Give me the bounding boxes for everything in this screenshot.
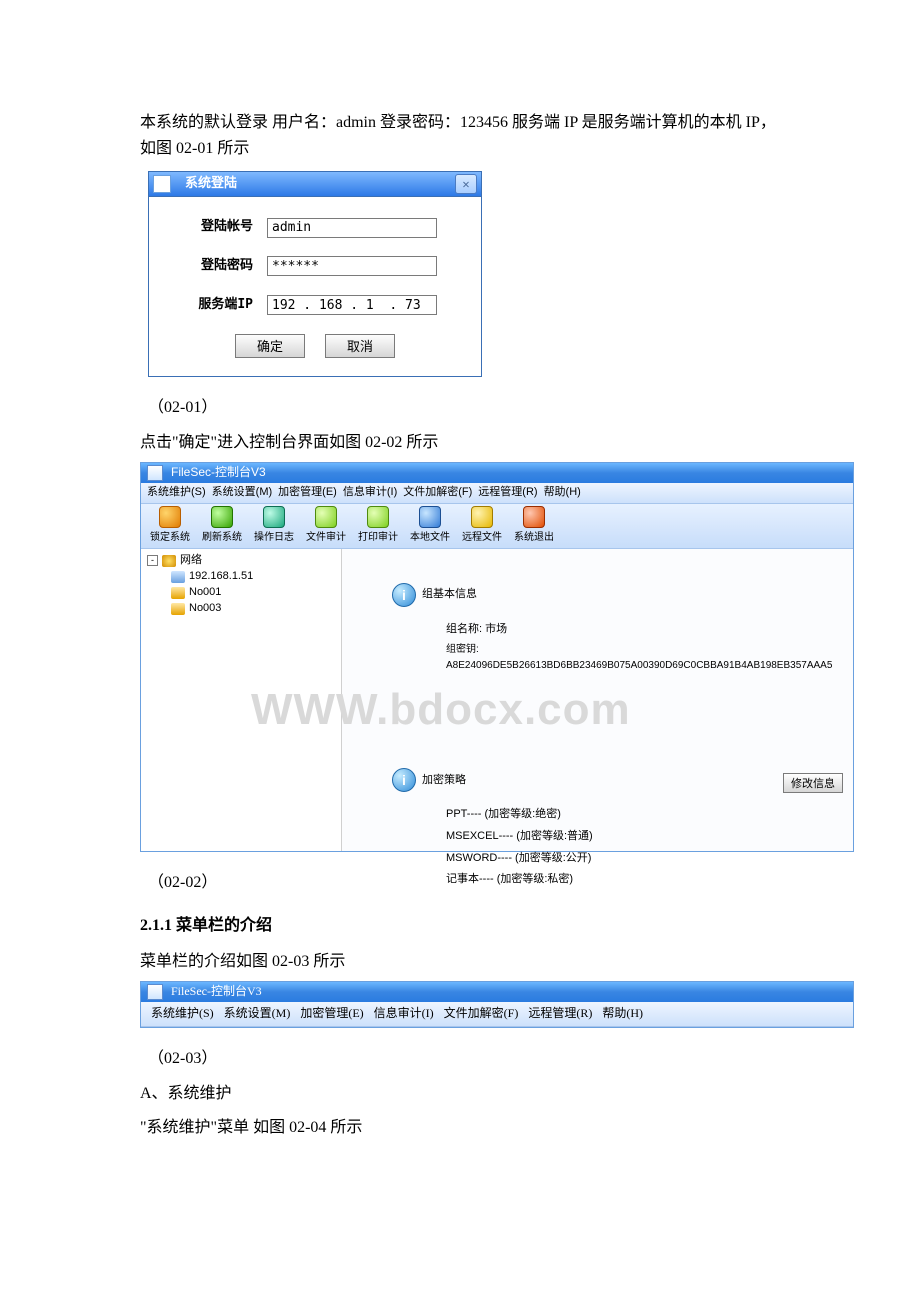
app-icon — [147, 984, 163, 1000]
after-0201-text: 点击"确定"进入控制台界面如图 02-02 所示 — [140, 430, 780, 456]
lock-icon — [159, 506, 181, 528]
cancel-button[interactable]: 取消 — [325, 334, 395, 358]
account-input[interactable] — [267, 218, 437, 238]
policy-line: MSWORD---- (加密等级:公开) — [446, 850, 847, 868]
tb-remote-file[interactable]: 远程文件 — [459, 506, 505, 546]
ok-button[interactable]: 确定 — [235, 334, 305, 358]
tb-oplog[interactable]: 操作日志 — [251, 506, 297, 546]
tb-print-audit[interactable]: 打印审计 — [355, 506, 401, 546]
menu-item[interactable]: 远程管理(R) — [478, 484, 537, 502]
app-icon — [153, 175, 171, 193]
exit-icon — [523, 506, 545, 528]
edit-info-button[interactable]: 修改信息 — [783, 773, 843, 793]
tree-root[interactable]: - 网络 — [147, 553, 335, 569]
pc-icon — [171, 571, 185, 583]
tb-file-audit[interactable]: 文件审计 — [303, 506, 349, 546]
info-icon: i — [392, 768, 416, 792]
tree-node[interactable]: No003 — [147, 601, 335, 617]
group-key-row: 组密钥: A8E24096DE5B26613BD6BB23469B075A003… — [446, 642, 847, 674]
menu-item[interactable]: 系统设置(M) — [212, 484, 273, 502]
console-menubar: 系统维护(S) 系统设置(M) 加密管理(E) 信息审计(I) 文件加解密(F)… — [141, 483, 853, 504]
policy-line: PPT---- (加密等级:绝密) — [446, 806, 847, 824]
caption-0203: （02-03） — [148, 1046, 780, 1072]
info-icon: i — [392, 583, 416, 607]
menu-item[interactable]: 帮助(H) — [544, 484, 581, 502]
tree-panel: - 网络 192.168.1.51 No001 No003 — [141, 549, 342, 851]
policy-line: 记事本---- (加密等级:私密) — [446, 871, 847, 889]
app-icon — [147, 465, 163, 481]
menu-item[interactable]: 系统维护(S) — [147, 484, 206, 502]
group-name-row: 组名称: 市场 — [446, 621, 847, 639]
menubar-fig: FileSec-控制台V3 系统维护(S) 系统设置(M) 加密管理(E) 信息… — [140, 981, 854, 1028]
server-ip-label: 服务端IP — [163, 295, 267, 316]
print-audit-icon — [367, 506, 389, 528]
tb-refresh[interactable]: 刷新系统 — [199, 506, 245, 546]
console-toolbar: 锁定系统 刷新系统 操作日志 文件审计 打印审计 本地文件 远程文件 系统退出 — [141, 504, 853, 549]
policy-title: 加密策略 — [422, 772, 466, 790]
policy-line: MSEXCEL---- (加密等级:普通) — [446, 828, 847, 846]
menu-item[interactable]: 加密管理(E) — [278, 484, 337, 502]
tree-node[interactable]: No001 — [147, 585, 335, 601]
log-icon — [263, 506, 285, 528]
menu-item[interactable]: 信息审计(I) — [374, 1004, 434, 1023]
fig-title: FileSec-控制台V3 — [171, 982, 262, 1001]
login-title-text: 系统登陆 — [185, 174, 237, 195]
section-2-1-1-heading: 2.1.1 菜单栏的介绍 — [140, 913, 780, 939]
fig-menubar: 系统维护(S) 系统设置(M) 加密管理(E) 信息审计(I) 文件加解密(F)… — [141, 1002, 853, 1027]
item-a: A、系统维护 — [140, 1081, 780, 1107]
item-a-text: "系统维护"菜单 如图 02-04 所示 — [140, 1115, 780, 1141]
tb-local-file[interactable]: 本地文件 — [407, 506, 453, 546]
refresh-icon — [211, 506, 233, 528]
network-icon — [162, 555, 176, 567]
menu-item[interactable]: 文件加解密(F) — [403, 484, 472, 502]
console-title: FileSec-控制台V3 — [171, 463, 266, 482]
tree-node[interactable]: 192.168.1.51 — [147, 569, 335, 585]
close-icon[interactable]: ✕ — [455, 174, 477, 194]
login-titlebar: 系统登陆 ✕ — [149, 172, 481, 197]
login-dialog: 系统登陆 ✕ 登陆帐号 登陆密码 服务端IP 确定 取消 — [148, 171, 482, 376]
local-file-icon — [419, 506, 441, 528]
console-window: FileSec-控制台V3 系统维护(S) 系统设置(M) 加密管理(E) 信息… — [140, 462, 854, 852]
menu-item[interactable]: 加密管理(E) — [300, 1004, 363, 1023]
password-label: 登陆密码 — [163, 256, 267, 277]
caption-0201: （02-01） — [148, 395, 780, 421]
menu-item[interactable]: 远程管理(R) — [528, 1004, 592, 1023]
menu-item[interactable]: 信息审计(I) — [343, 484, 397, 502]
menu-item[interactable]: 系统维护(S) — [151, 1004, 214, 1023]
intro-paragraph: 本系统的默认登录 用户名：admin 登录密码：123456 服务端 IP 是服… — [140, 110, 780, 161]
fig-titlebar: FileSec-控制台V3 — [141, 982, 853, 1002]
console-titlebar: FileSec-控制台V3 — [141, 463, 853, 483]
menu-item[interactable]: 文件加解密(F) — [444, 1004, 519, 1023]
server-ip-input[interactable] — [267, 295, 437, 315]
tb-lock[interactable]: 锁定系统 — [147, 506, 193, 546]
tb-exit[interactable]: 系统退出 — [511, 506, 557, 546]
collapse-icon[interactable]: - — [147, 555, 158, 566]
menu-item[interactable]: 帮助(H) — [602, 1004, 643, 1023]
group-info-title: 组基本信息 — [422, 586, 477, 604]
remote-file-icon — [471, 506, 493, 528]
group-icon — [171, 587, 185, 599]
password-input[interactable] — [267, 256, 437, 276]
section-2-1-1-text: 菜单栏的介绍如图 02-03 所示 — [140, 949, 780, 975]
detail-panel: i 组基本信息 组名称: 市场 组密钥: A8E24096DE5B26613BD… — [342, 549, 853, 851]
menu-item[interactable]: 系统设置(M) — [224, 1004, 291, 1023]
group-icon — [171, 603, 185, 615]
account-label: 登陆帐号 — [163, 217, 267, 238]
file-audit-icon — [315, 506, 337, 528]
